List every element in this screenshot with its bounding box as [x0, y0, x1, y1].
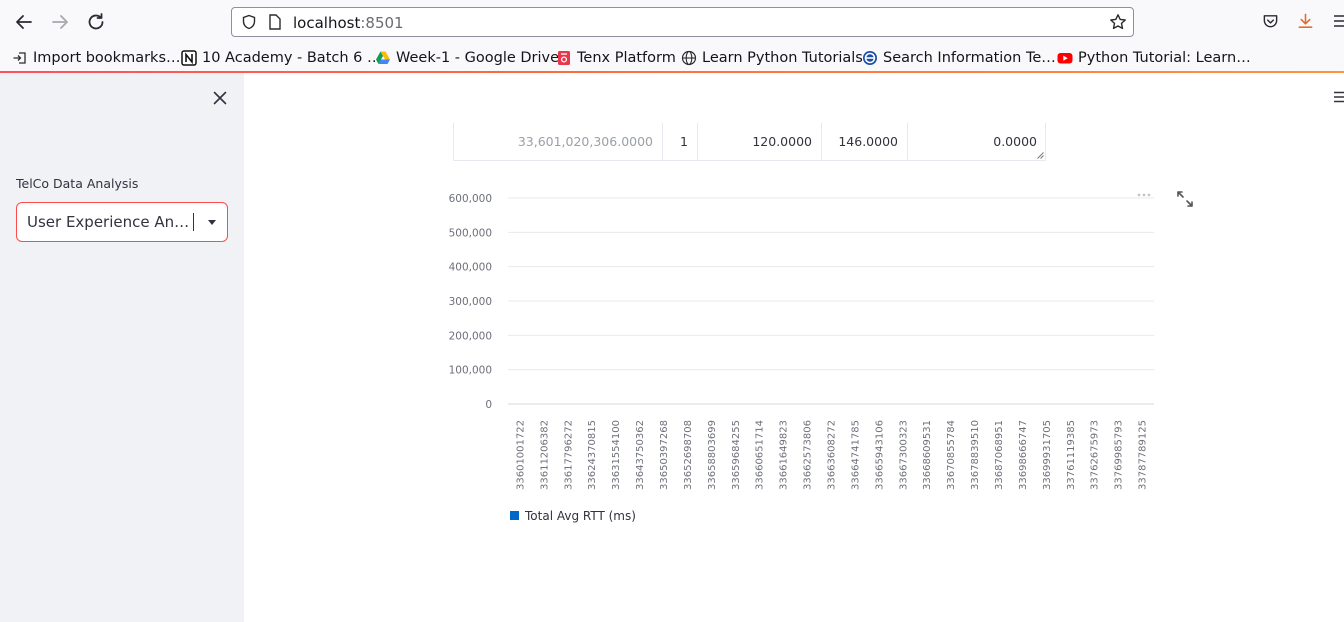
chevron-down-icon[interactable] — [208, 220, 216, 225]
legend-swatch — [510, 511, 519, 520]
bookmark-week1-drive[interactable]: Week-1 - Google Drive — [375, 48, 559, 68]
menu-icon[interactable] — [1334, 14, 1344, 28]
bookmark-label: Search Information Te… — [883, 50, 1056, 66]
x-tick-label: 33663608272 — [827, 420, 838, 490]
table-row[interactable]: 33,601,020,306.0000 1 120.0000 146.0000 … — [453, 123, 1046, 161]
bookmarks-toolbar: Import bookmarks… 10 Academy - Batch 6 …… — [0, 44, 1344, 72]
x-tick-label: 33650397268 — [659, 420, 670, 490]
x-tick-label: 33617796272 — [563, 420, 574, 490]
x-tick-label: 33661649823 — [779, 420, 790, 490]
y-tick-label: 0 — [485, 399, 492, 411]
bookmark-label: Tenx Platform — [577, 50, 676, 66]
x-tick-label: 33670855784 — [946, 420, 957, 490]
import-icon — [13, 52, 26, 64]
address-bar[interactable]: localhost:8501 — [231, 7, 1134, 37]
browser-toolbar: localhost:8501 — [0, 0, 1344, 44]
x-tick-label: 33787789125 — [1138, 420, 1149, 490]
notion-icon — [181, 50, 197, 66]
x-tick-label: 33658803699 — [707, 420, 718, 490]
x-tick-label: 33631554100 — [611, 420, 622, 490]
y-tick-label: 400,000 — [449, 262, 492, 274]
x-tick-label: 33643750362 — [635, 420, 646, 490]
y-tick-label: 200,000 — [449, 330, 492, 342]
pocket-icon[interactable] — [1262, 13, 1279, 30]
bookmark-star-icon[interactable] — [1109, 13, 1127, 31]
y-tick-label: 600,000 — [449, 193, 492, 205]
bookmark-learn-python[interactable]: Learn Python Tutorials — [681, 48, 863, 68]
bookmark-label: 10 Academy - Batch 6 … — [202, 50, 382, 66]
x-tick-label: 33659684255 — [731, 420, 742, 490]
resize-handle-icon[interactable] — [1036, 151, 1044, 159]
x-tick-label: 33660651714 — [755, 420, 766, 490]
bookmark-search-info[interactable]: Search Information Te… — [862, 48, 1056, 68]
table-cell[interactable]: 120.0000 — [698, 123, 822, 160]
y-tick-label: 300,000 — [449, 296, 492, 308]
google-drive-icon — [376, 51, 390, 64]
bookmark-tenx[interactable]: Tenx Platform — [556, 48, 676, 68]
reload-icon[interactable] — [84, 10, 108, 34]
x-tick-label: 33678839510 — [970, 420, 981, 490]
more-dots-icon[interactable] — [1136, 190, 1152, 200]
x-tick-label: 33687068951 — [994, 420, 1005, 490]
globe-icon — [681, 50, 697, 66]
bookmark-label: Import bookmarks… — [33, 50, 181, 66]
x-tick-label: 33662573806 — [803, 420, 814, 490]
x-tick-label: 33665943106 — [874, 420, 885, 490]
text-caret — [193, 213, 194, 231]
tenx-icon — [558, 51, 570, 65]
bookmark-label: Python Tutorial: Learn… — [1078, 50, 1251, 66]
select-label: TelCo Data Analysis — [16, 176, 139, 191]
y-tick-label: 500,000 — [449, 227, 492, 239]
back-arrow-icon[interactable] — [12, 10, 36, 34]
x-tick-label: 33611206382 — [539, 420, 550, 490]
page-icon — [269, 14, 281, 30]
y-tick-label: 100,000 — [449, 365, 492, 377]
bookmark-python-tutorial[interactable]: Python Tutorial: Learn… — [1057, 48, 1251, 68]
x-tick-label: 33699931705 — [1042, 420, 1053, 490]
table-cell[interactable]: 146.0000 — [822, 123, 908, 160]
fullscreen-expand-icon[interactable] — [1176, 190, 1194, 208]
x-tick-label: 33761119385 — [1066, 420, 1077, 490]
rtt-bar-chart: 0 100,000 200,000 300,000 400,000 500,000 600,… — [449, 193, 1154, 523]
bookmark-import[interactable]: Import bookmarks… — [12, 48, 181, 68]
x-tick-label: 33624370815 — [587, 420, 598, 490]
close-icon[interactable] — [212, 90, 228, 106]
x-tick-label: 33652698708 — [683, 420, 694, 490]
legend-label: Total Avg RTT (ms) — [524, 509, 636, 523]
x-tick-label: 33601001722 — [515, 420, 526, 490]
url-port: :8501 — [360, 14, 404, 32]
x-tick-label: 33698666747 — [1018, 420, 1029, 490]
app-menu-icon[interactable] — [1334, 91, 1344, 103]
sidebar: TelCo Data Analysis User Experience Anal… — [0, 73, 244, 622]
x-tick-label: 33769985793 — [1114, 420, 1125, 490]
bookmark-label: Learn Python Tutorials — [702, 50, 863, 66]
analysis-select[interactable]: User Experience Analysis — [16, 202, 228, 242]
bookmark-label: Week-1 - Google Drive — [396, 50, 560, 66]
x-tick-label: 33668609531 — [922, 420, 933, 490]
select-value: User Experience Analysis — [27, 213, 193, 231]
youtube-icon — [1057, 53, 1073, 64]
bookmark-10academy[interactable]: 10 Academy - Batch 6 … — [181, 48, 382, 68]
e-logo-icon — [863, 51, 877, 65]
x-tick-label: 33762675973 — [1090, 420, 1101, 490]
x-tick-label: 33667300323 — [898, 420, 909, 490]
x-tick-label: 33664741785 — [850, 420, 861, 490]
download-icon[interactable] — [1297, 12, 1314, 30]
shield-icon[interactable] — [241, 14, 257, 30]
table-cell[interactable]: 0.0000 — [908, 123, 1046, 160]
forward-arrow-icon[interactable] — [48, 10, 72, 34]
table-cell[interactable]: 1 — [663, 123, 698, 160]
row-index-cell[interactable]: 33,601,020,306.0000 — [454, 123, 663, 160]
url-host: localhost — [293, 14, 361, 32]
url-text[interactable]: localhost:8501 — [293, 14, 404, 32]
